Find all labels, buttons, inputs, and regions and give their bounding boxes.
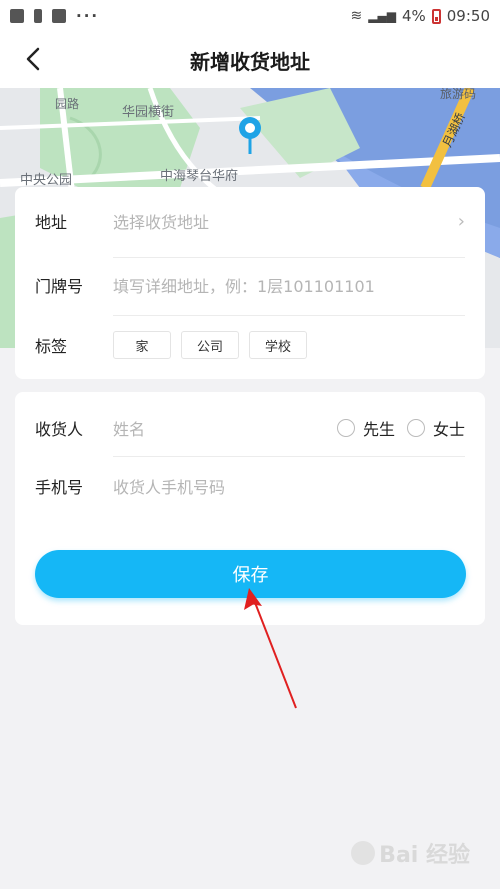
address-select[interactable]: 选择收货地址: [113, 209, 209, 233]
chevron-right-icon: ›: [457, 210, 465, 232]
map-label: 中海琴台华府: [160, 169, 238, 184]
tag-home-button[interactable]: 家: [113, 331, 171, 359]
phone-row: 手机号 收货人手机号码: [35, 466, 465, 506]
house-number-input[interactable]: 填写详细地址，例：1层101101101: [113, 273, 375, 297]
watermark: Bai 经验: [351, 837, 470, 869]
gallery-icon: [10, 9, 24, 23]
more-notifications-icon: ···: [76, 7, 100, 25]
gender-mr-label[interactable]: 先生: [363, 416, 395, 440]
tag-school-button[interactable]: 学校: [249, 331, 307, 359]
baidu-paw-icon: [351, 841, 376, 865]
tag-company-button[interactable]: 公司: [181, 331, 239, 359]
chevron-left-icon: [26, 47, 40, 71]
receiver-row: 收货人 姓名 先生 女士: [35, 408, 465, 448]
clock: 09:50: [446, 7, 490, 25]
address-label: 地址: [35, 213, 68, 232]
status-bar: ··· ≋ ▂▄▆ 4% 09:50: [0, 0, 500, 32]
divider: [113, 257, 465, 258]
house-number-row[interactable]: 门牌号 填写详细地址，例：1层101101101: [35, 265, 465, 305]
divider: [113, 456, 465, 457]
battery-percent: 4%: [401, 7, 426, 25]
radio-mr[interactable]: [336, 419, 355, 437]
map-label: 中央公园: [20, 173, 72, 188]
page-title: 新增收货地址: [190, 49, 310, 74]
tag-row: 标签 家 公司 学校: [35, 325, 465, 365]
signal-icon: ▂▄▆: [368, 9, 396, 23]
divider: [113, 315, 465, 316]
gender-ms-label[interactable]: 女士: [433, 416, 465, 440]
shopping-bag-icon: [52, 9, 66, 23]
wifi-icon: ≋: [350, 8, 363, 24]
map-label: 华园横街: [122, 105, 174, 120]
receiver-label: 收货人: [35, 420, 84, 439]
back-button[interactable]: [18, 44, 48, 74]
battery-icon: [431, 8, 441, 24]
gender-selector: 先生 女士: [336, 416, 465, 440]
tag-label: 标签: [35, 337, 68, 356]
radio-ms[interactable]: [406, 419, 425, 437]
address-card: 地址 选择收货地址 › 门牌号 填写详细地址，例：1层101101101 标签 …: [15, 187, 485, 379]
receiver-name-input[interactable]: 姓名: [113, 416, 145, 440]
map-label: 旅游码: [440, 88, 476, 101]
address-row[interactable]: 地址 选择收货地址 ›: [35, 201, 465, 241]
alert-icon: [34, 9, 42, 23]
house-number-label: 门牌号: [35, 277, 84, 296]
phone-input[interactable]: 收货人手机号码: [113, 474, 225, 498]
nav-bar: 新增收货地址: [0, 32, 500, 88]
save-button[interactable]: 保存: [35, 550, 466, 598]
watermark-text: Bai 经验: [379, 843, 470, 868]
map-label: 园路: [55, 96, 79, 111]
phone-label: 手机号: [35, 478, 84, 497]
